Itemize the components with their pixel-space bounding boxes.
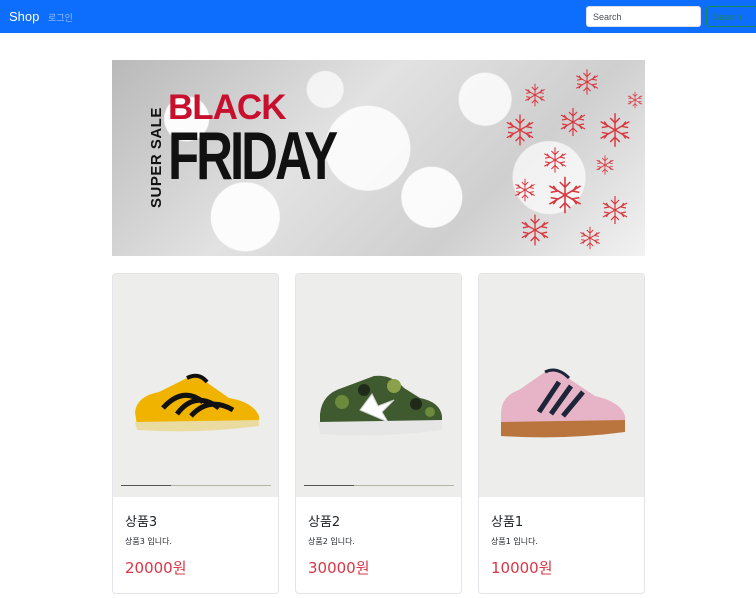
product-image [113, 274, 278, 497]
navbar: Shop 로그인 Search [0, 0, 756, 33]
product-title[interactable]: 상품3 [125, 511, 157, 530]
product-price: 20000원 [125, 559, 187, 577]
banner-subtitle: SUPER SALE [148, 107, 165, 208]
product-price: 30000원 [308, 559, 370, 577]
product-description: 상품2 입니다. [308, 537, 355, 546]
login-link[interactable]: 로그인 [48, 11, 73, 24]
pink-sneaker-icon [501, 368, 625, 438]
product-description: 상품3 입니다. [125, 537, 172, 546]
product-image [296, 274, 461, 497]
banner-headline-friday: FRIDAY [168, 118, 338, 194]
product-title[interactable]: 상품1 [491, 511, 523, 530]
brand-link[interactable]: Shop [9, 9, 39, 24]
product-card[interactable]: 상품2 상품2 입니다. 30000원 [295, 273, 462, 594]
product-card[interactable]: 상품3 상품3 입니다. 20000원 [112, 273, 279, 594]
search-input[interactable] [586, 6, 701, 27]
black-friday-banner: SUPER SALE BLACK FRIDAY [112, 60, 645, 256]
product-card[interactable]: 상품1 상품1 입니다. 10000원 [478, 273, 645, 594]
product-description: 상품1 입니다. [491, 537, 538, 546]
product-image [479, 274, 644, 497]
snowflakes-icon [506, 68, 643, 250]
camo-sneaker-icon [318, 375, 442, 436]
product-price: 10000원 [491, 559, 553, 577]
product-title[interactable]: 상품2 [308, 511, 340, 530]
yellow-sneaker-icon [135, 373, 259, 432]
search-button[interactable]: Search [706, 6, 756, 27]
